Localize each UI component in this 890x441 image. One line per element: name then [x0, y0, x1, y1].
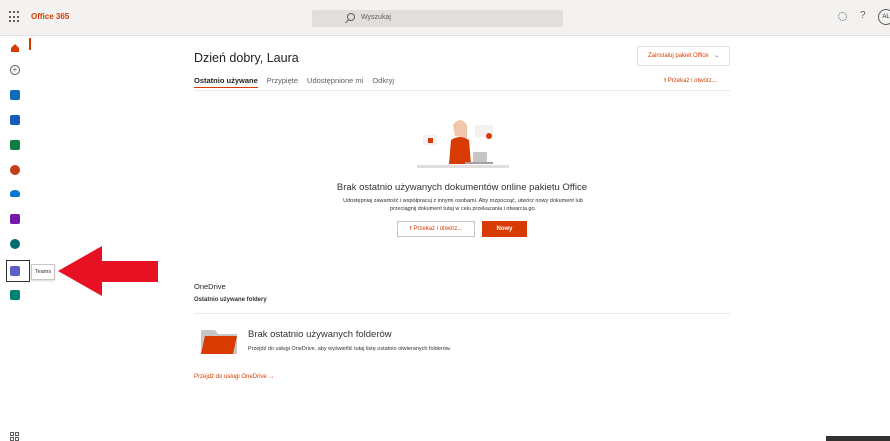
brand-title[interactable]: Office 365 — [31, 12, 69, 21]
onedrive-title: OneDrive — [194, 282, 226, 291]
divider — [194, 313, 730, 314]
tab-recent[interactable]: Ostatnio używane — [194, 76, 258, 88]
greeting-title: Dzień dobry, Laura — [194, 51, 299, 65]
create-icon[interactable]: + — [10, 65, 20, 75]
search-box[interactable]: Wyszukaj — [312, 10, 563, 27]
upload-open-label: Przekaż i otwórz... — [667, 78, 717, 84]
documents-tabs: Ostatnio używane Przypięte Udostępnione … — [194, 76, 394, 88]
help-icon[interactable]: ? — [860, 10, 866, 21]
home-icon[interactable] — [10, 40, 20, 52]
gear-icon[interactable] — [838, 12, 847, 21]
onenote-icon[interactable] — [10, 214, 20, 224]
upload-icon: ⭱ — [409, 226, 412, 232]
all-apps-icon[interactable] — [10, 432, 19, 441]
empty-folders-title: Brak ostatnio używanych folderów — [248, 329, 392, 340]
upload-open-button[interactable]: ⭱ Przekaż i otwórz... — [397, 221, 475, 237]
search-placeholder: Wyszukaj — [361, 14, 391, 21]
upload-open-link[interactable]: ⭱ Przekaż i otwórz... — [664, 76, 717, 86]
empty-state-illustration — [417, 120, 509, 168]
top-bar: Office 365 Wyszukaj ? AL — [0, 0, 890, 36]
onedrive-subtitle: Ostatnio używane foldery — [194, 297, 267, 303]
empty-folders-subtitle: Przejdź do usługi OneDrive, aby wyświetl… — [248, 346, 451, 352]
empty-docs-subtitle: Udostępniaj zawartość i współpracuj z in… — [343, 198, 583, 212]
search-icon — [347, 13, 355, 21]
chevron-down-icon: ⌄ — [714, 53, 720, 59]
divider — [194, 90, 730, 91]
app-launcher-icon[interactable] — [9, 11, 21, 23]
onedrive-icon[interactable] — [10, 190, 20, 197]
upload-open-button-label: Przekaż i otwórz... — [413, 226, 463, 232]
feedback-bar[interactable] — [826, 436, 890, 441]
excel-icon[interactable] — [10, 140, 20, 150]
teams-icon[interactable] — [10, 266, 20, 276]
upload-icon: ⭱ — [664, 78, 667, 84]
install-office-button[interactable]: Zainstaluj pakiet Office ⌄ — [637, 46, 730, 66]
word-icon[interactable] — [10, 115, 20, 125]
red-arrow-icon — [58, 246, 158, 296]
empty-docs-title: Brak ostatnio używanych dokumentów onlin… — [336, 182, 588, 193]
teams-tooltip: Teams — [31, 264, 55, 280]
new-button[interactable]: Nowy — [482, 221, 527, 237]
folder-icon — [201, 330, 237, 354]
app-rail: + Teams — [0, 36, 55, 441]
powerpoint-icon[interactable] — [10, 165, 20, 175]
tab-pinned[interactable]: Przypięte — [267, 76, 298, 88]
sway-icon[interactable] — [10, 290, 20, 300]
tab-discover[interactable]: Odkryj — [372, 76, 394, 88]
go-to-onedrive-link[interactable]: Przejdź do usługi OneDrive → — [194, 374, 274, 380]
avatar[interactable]: AL — [878, 9, 890, 25]
sharepoint-icon[interactable] — [10, 239, 20, 249]
outlook-icon[interactable] — [10, 90, 20, 100]
install-office-label: Zainstaluj pakiet Office — [648, 53, 709, 59]
home-active-indicator — [29, 38, 31, 50]
tab-shared[interactable]: Udostępnione mi — [307, 76, 363, 88]
